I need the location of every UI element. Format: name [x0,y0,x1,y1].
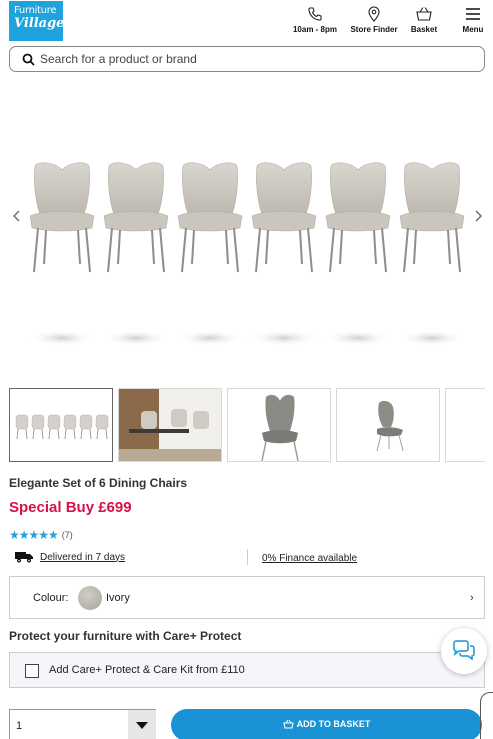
add-to-basket-button[interactable]: ADD TO BASKET [171,709,482,739]
brand-logo[interactable]: Furniture Village [9,1,65,41]
basket-link[interactable]: Basket [406,6,442,34]
thumbnail-1[interactable] [9,388,113,462]
thumbnail-5[interactable] [445,388,485,462]
product-rating[interactable]: ★★★★★ (7) [9,528,73,542]
thumbnail-image-set [15,414,109,440]
search-icon [22,53,35,66]
basket-icon [282,719,294,729]
colour-swatch [78,586,102,610]
search-bar [9,46,485,72]
opening-hours-label: 10am - 8pm [292,25,338,34]
product-title: Elegante Set of 6 Dining Chairs [9,476,188,490]
care-protect-heading: Protect your furniture with Care+ Protec… [9,629,242,643]
search-input[interactable] [40,50,470,68]
finance-info[interactable]: 0% Finance available [262,553,357,564]
star-rating-icons: ★★★★★ [9,528,59,542]
phone-icon [308,7,322,21]
thumbnail-image-room [119,389,221,461]
quantity-select[interactable]: 1 [9,709,156,739]
thumbnail-image-side [376,400,404,452]
info-divider [247,549,248,565]
basket-label: Basket [410,25,438,34]
site-header: Furniture Village 10am - 8pm Store Finde… [0,0,493,44]
care-protect-option[interactable]: Add Care+ Protect & Care Kit from £110 [9,652,485,688]
location-pin-icon [368,6,380,22]
thumbnail-strip [9,388,485,464]
thumbnail-3[interactable] [227,388,331,462]
product-image-gallery [0,80,493,380]
care-protect-label: Add Care+ Protect & Care Kit from £110 [49,664,245,676]
chat-bubbles-icon [453,640,475,661]
basket-icon [416,7,432,21]
delivery-link[interactable]: Delivered in 7 days [40,552,125,563]
add-to-basket-label: ADD TO BASKET [296,719,371,729]
chevron-right-icon[interactable] [471,208,485,224]
care-protect-checkbox[interactable] [25,664,39,678]
product-price: Special Buy £699 [9,499,132,516]
caret-down-icon [136,722,148,729]
quantity-value: 1 [16,720,23,732]
review-count: (7) [61,530,73,540]
thumbnail-4[interactable] [336,388,440,462]
finance-link[interactable]: 0% Finance available [262,553,357,564]
page-edge-decoration [480,692,493,739]
delivery-info[interactable]: Delivered in 7 days [14,551,125,563]
hamburger-menu-icon [466,8,480,20]
chevron-right-icon: › [470,592,474,604]
colour-selector[interactable]: Colour: Ivory › [9,576,485,619]
main-product-image [30,161,467,347]
colour-label: Colour: [33,592,69,604]
store-finder-link[interactable]: Store Finder [346,6,402,34]
delivery-truck-icon [15,552,33,563]
colour-value: Ivory [106,592,130,604]
thumbnail-2[interactable] [118,388,222,462]
quantity-dropdown-button[interactable] [128,710,156,739]
logo-line-2: Village [14,16,65,31]
thumbnail-image-front [261,394,299,461]
chat-button[interactable] [441,628,487,674]
store-finder-label: Store Finder [350,25,398,34]
menu-label: Menu [462,25,484,34]
menu-button[interactable]: Menu [458,6,488,34]
opening-hours-link[interactable]: 10am - 8pm [290,6,340,34]
chevron-left-icon[interactable] [10,208,24,224]
